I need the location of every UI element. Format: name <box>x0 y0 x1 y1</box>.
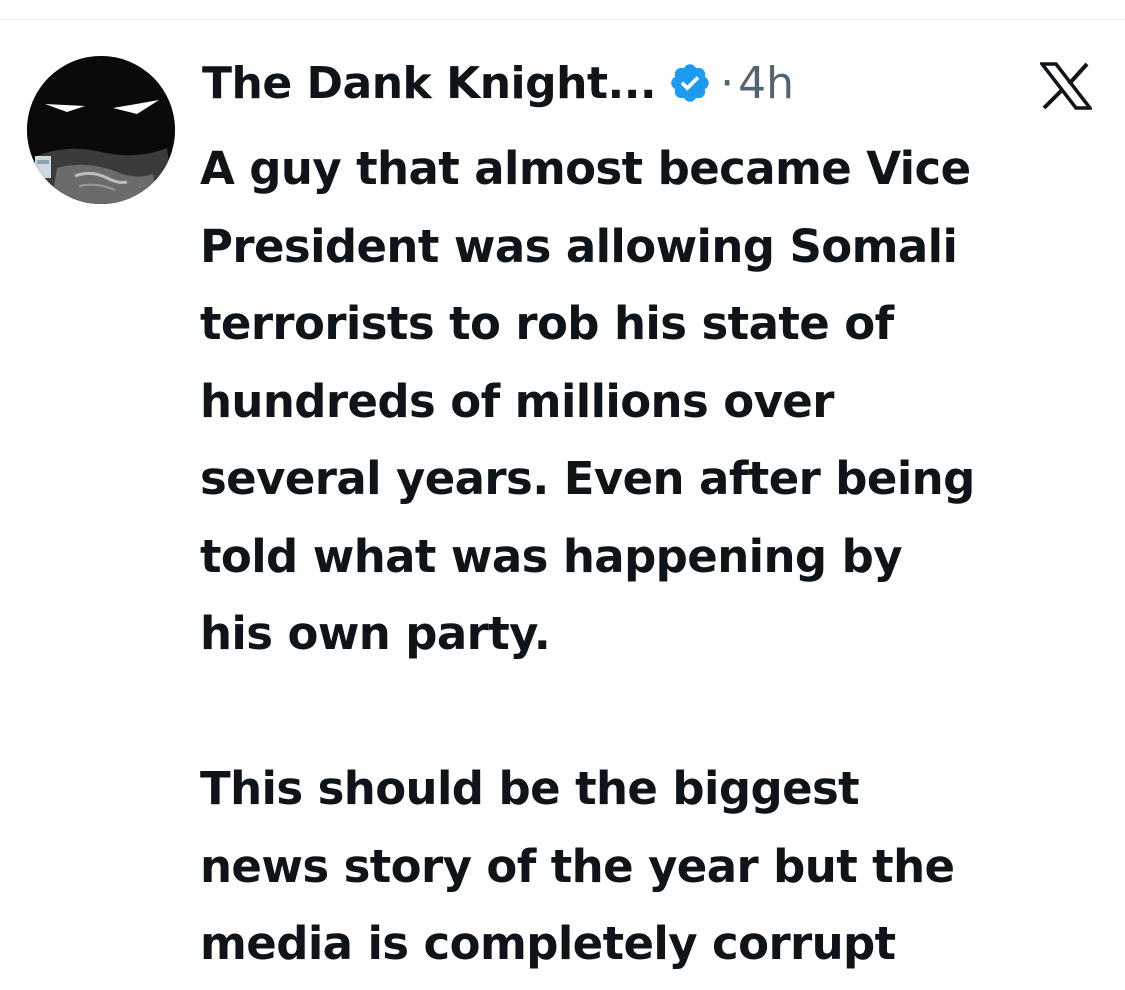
tweet-text: A guy that almost became Vice President … <box>200 130 1110 983</box>
batman-avatar-icon <box>27 56 175 204</box>
display-name[interactable]: The Dank Knight... <box>202 58 657 109</box>
tweet-header: The Dank Knight... · 4h <box>202 52 794 114</box>
tweet-paragraph: This should be the biggest news story of… <box>200 762 955 970</box>
x-logo-icon[interactable] <box>1038 62 1094 110</box>
timestamp[interactable]: 4h <box>738 58 794 109</box>
separator-dot: · <box>720 57 735 109</box>
verified-badge-icon <box>668 61 712 105</box>
avatar[interactable] <box>27 56 175 204</box>
top-divider <box>0 19 1125 20</box>
tweet-paragraph: A guy that almost became Vice President … <box>200 142 975 660</box>
